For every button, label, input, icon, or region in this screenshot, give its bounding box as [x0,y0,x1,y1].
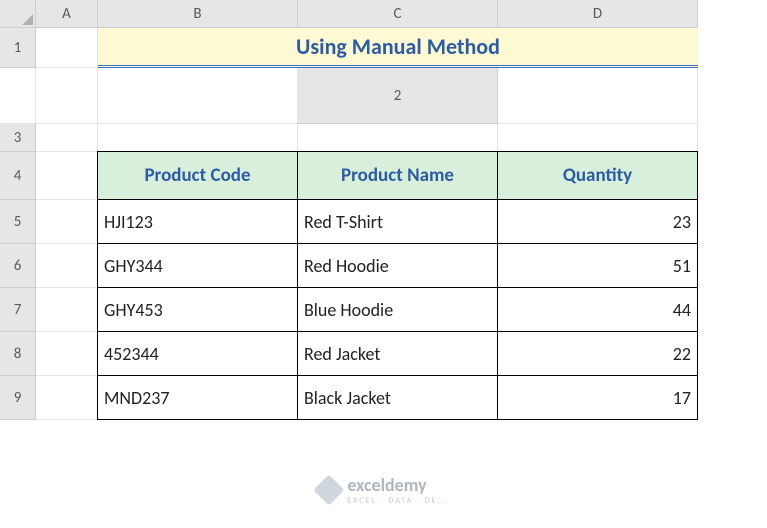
cell-D1[interactable] [98,68,298,124]
cell-A2[interactable] [498,68,698,124]
td-code[interactable]: MND237 [97,375,298,420]
cell-A5[interactable] [36,200,98,244]
row-header-9[interactable]: 9 [0,376,36,420]
cell-A9[interactable] [36,376,98,420]
row-header-4[interactable]: 4 [0,152,36,200]
td-code[interactable]: GHY453 [97,287,298,332]
cell-A6[interactable] [36,244,98,288]
col-header-D[interactable]: D [498,0,698,28]
th-product-name[interactable]: Product Name [297,151,498,200]
page-title[interactable]: Using Manual Method [98,28,698,68]
watermark: exceldemy EXCEL · DATA · DE... [317,474,449,506]
td-code[interactable]: GHY344 [97,243,298,288]
row-header-6[interactable]: 6 [0,244,36,288]
td-name[interactable]: Red Jacket [297,331,498,376]
row-header-1[interactable]: 1 [0,28,36,68]
select-all-corner[interactable] [0,0,36,28]
col-header-B[interactable]: B [98,0,298,28]
td-code[interactable]: 452344 [97,331,298,376]
cell-B3[interactable] [98,124,298,152]
th-quantity[interactable]: Quantity [497,151,698,200]
td-name[interactable]: Red Hoodie [297,243,498,288]
td-qty[interactable]: 44 [497,287,698,332]
cell-A7[interactable] [36,288,98,332]
td-name[interactable]: Blue Hoodie [297,287,498,332]
watermark-logo-icon [313,474,344,505]
td-qty[interactable]: 17 [497,375,698,420]
row-header-5[interactable]: 5 [0,200,36,244]
spreadsheet-grid: A B C D 1 2 Using Manual Method 3 4 Prod… [0,0,767,420]
row-header-3[interactable]: 3 [0,124,36,152]
td-qty[interactable]: 51 [497,243,698,288]
cell-C1[interactable] [36,68,98,124]
cell-A3[interactable] [36,124,98,152]
watermark-brand: exceldemy [347,474,449,496]
cell-A4[interactable] [36,152,98,200]
th-product-code[interactable]: Product Code [97,151,298,200]
cell-B1[interactable] [0,68,36,124]
cell-D3[interactable] [498,124,698,152]
col-header-A[interactable]: A [36,0,98,28]
cell-C3[interactable] [298,124,498,152]
row-header-2[interactable]: 2 [298,68,498,124]
row-header-8[interactable]: 8 [0,332,36,376]
col-header-C[interactable]: C [298,0,498,28]
td-name[interactable]: Red T-Shirt [297,199,498,244]
td-name[interactable]: Black Jacket [297,375,498,420]
row-header-7[interactable]: 7 [0,288,36,332]
cell-A8[interactable] [36,332,98,376]
td-qty[interactable]: 23 [497,199,698,244]
td-qty[interactable]: 22 [497,331,698,376]
cell-A1[interactable] [36,28,98,68]
td-code[interactable]: HJI123 [97,199,298,244]
watermark-tagline: EXCEL · DATA · DE... [347,496,449,506]
